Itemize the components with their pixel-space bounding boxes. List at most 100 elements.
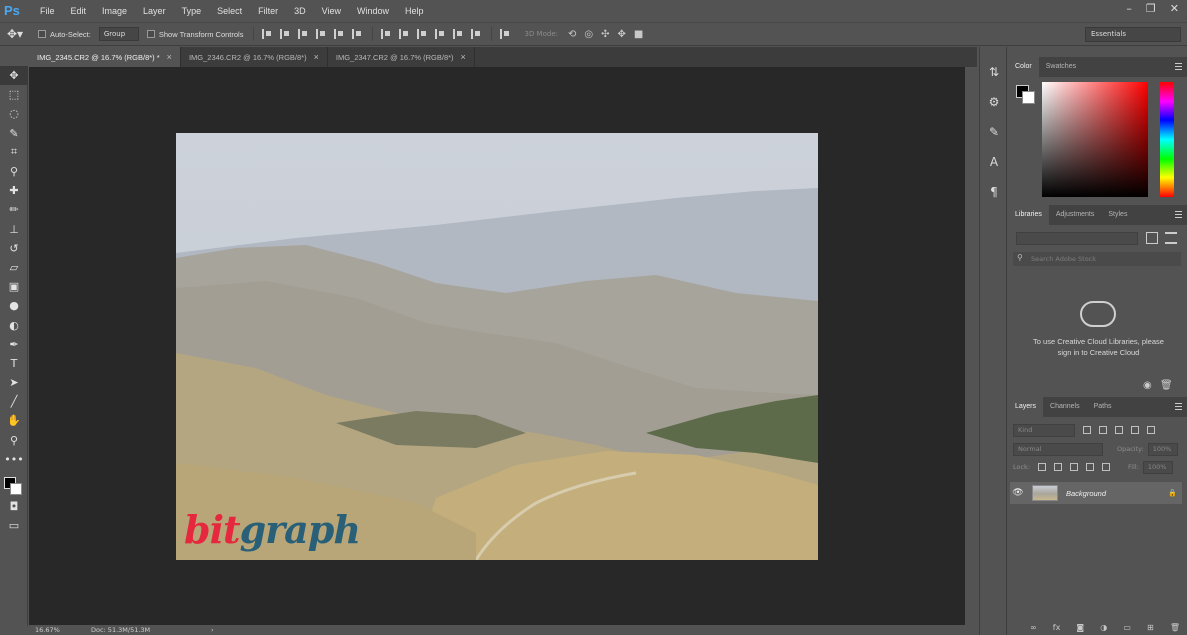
properties-panel-icon[interactable]: ⚙	[980, 87, 1008, 117]
smart-object-filter-icon[interactable]	[1147, 426, 1155, 434]
distribute-bottom-icon[interactable]	[417, 29, 427, 39]
history-panel-icon[interactable]: ⇅	[980, 57, 1008, 87]
zoom-level[interactable]: 16.67%	[35, 626, 91, 634]
new-group-icon[interactable]: ▭	[1123, 623, 1131, 632]
3d-drag-icon[interactable]: ✣	[601, 29, 609, 40]
tab-styles[interactable]: Styles	[1101, 205, 1134, 225]
align-left-icon[interactable]	[316, 29, 326, 39]
show-transform-checkbox[interactable]: Show Transform Controls	[146, 30, 243, 39]
menu-layer[interactable]: Layer	[135, 0, 174, 22]
panel-menu-icon[interactable]	[1175, 63, 1182, 70]
status-menu-arrow[interactable]: ›	[211, 626, 214, 634]
lock-artboard-icon[interactable]	[1086, 463, 1095, 471]
history-brush-tool-icon[interactable]: ↺	[0, 239, 28, 258]
path-select-tool-icon[interactable]: ➤	[0, 373, 28, 392]
zoom-tool-icon[interactable]: ⚲	[0, 431, 28, 450]
move-tool-preset-icon[interactable]: ✥▾	[0, 27, 30, 41]
tab-layers[interactable]: Layers	[1008, 397, 1044, 417]
menu-select[interactable]: Select	[209, 0, 250, 22]
menu-file[interactable]: File	[32, 0, 63, 22]
document-tab[interactable]: IMG_2345.CR2 @ 16.7% (RGB/8*) * ×	[29, 47, 181, 67]
opacity-field[interactable]: 100%	[1147, 442, 1178, 456]
layer-row[interactable]: 👁 Background 🔒	[1010, 482, 1182, 504]
paragraph-panel-icon[interactable]: ¶	[980, 177, 1008, 207]
document-image[interactable]: bitgraph	[176, 133, 818, 560]
align-right-icon[interactable]	[352, 29, 362, 39]
brush-tool-icon[interactable]: ✏	[0, 200, 28, 219]
auto-select-dropdown[interactable]: Group	[98, 27, 139, 41]
layer-name[interactable]: Background	[1066, 489, 1168, 498]
menu-filter[interactable]: Filter	[250, 0, 286, 22]
hand-tool-icon[interactable]: ✋	[0, 411, 28, 430]
align-vcenter-icon[interactable]	[280, 29, 290, 39]
align-bottom-icon[interactable]	[298, 29, 308, 39]
clone-stamp-tool-icon[interactable]: ⊥	[0, 220, 28, 239]
checkbox-box[interactable]	[146, 30, 155, 38]
tab-libraries[interactable]: Libraries	[1008, 205, 1049, 225]
workspace-dropdown[interactable]: Essentials	[1085, 27, 1181, 42]
gradient-tool-icon[interactable]: ▣	[0, 277, 28, 296]
quick-mask-icon[interactable]: ◘	[0, 497, 28, 516]
document-tab[interactable]: IMG_2346.CR2 @ 16.7% (RGB/8*) ×	[181, 47, 328, 67]
line-tool-icon[interactable]: ╱	[0, 392, 28, 411]
vertical-scrollbar[interactable]	[965, 67, 977, 625]
panel-menu-icon[interactable]	[1175, 403, 1182, 410]
auto-align-icon[interactable]	[500, 29, 510, 39]
menu-type[interactable]: Type	[174, 0, 210, 22]
lasso-tool-icon[interactable]: ◌	[0, 104, 28, 123]
visibility-eye-icon[interactable]: 👁	[1010, 488, 1026, 498]
add-mask-icon[interactable]: ◙	[1076, 623, 1084, 632]
close-icon[interactable]: ×	[167, 52, 172, 62]
pen-tool-icon[interactable]: ✒	[0, 335, 28, 354]
link-layers-icon[interactable]: ∞	[1030, 623, 1037, 632]
delete-layer-icon[interactable]: 🗑	[1170, 623, 1180, 632]
adjustment-filter-icon[interactable]	[1099, 426, 1107, 434]
close-icon[interactable]: ✕	[1170, 2, 1179, 15]
more-tools-icon[interactable]: •••	[0, 450, 28, 469]
brush-settings-icon[interactable]: ✎	[980, 117, 1008, 147]
document-tab[interactable]: IMG_2347.CR2 @ 16.7% (RGB/8*) ×	[328, 47, 475, 67]
auto-select-checkbox[interactable]: Auto-Select:	[38, 30, 91, 39]
quick-select-tool-icon[interactable]: ✎	[0, 124, 28, 143]
screen-mode-icon[interactable]: ▭	[0, 516, 28, 535]
distribute-hcenter-icon[interactable]	[453, 29, 463, 39]
lock-all-icon[interactable]	[1102, 463, 1111, 471]
background-color-swatch[interactable]	[10, 482, 22, 495]
pixel-filter-icon[interactable]	[1083, 426, 1091, 434]
delete-icon[interactable]: 🗑	[1160, 380, 1173, 391]
fill-field[interactable]: 100%	[1142, 460, 1173, 474]
background-color-swatch[interactable]	[1022, 91, 1035, 104]
distribute-right-icon[interactable]	[471, 29, 481, 39]
minimize-icon[interactable]: –	[1126, 2, 1132, 15]
restore-icon[interactable]: ❐	[1146, 2, 1156, 15]
tab-swatches[interactable]: Swatches	[1039, 57, 1083, 77]
layer-style-icon[interactable]: fx	[1053, 623, 1061, 632]
checkbox-box[interactable]	[38, 30, 46, 38]
panel-menu-icon[interactable]	[1175, 211, 1182, 218]
healing-brush-tool-icon[interactable]: ✚	[0, 181, 28, 200]
distribute-left-icon[interactable]	[435, 29, 445, 39]
lock-position-icon[interactable]	[1070, 463, 1079, 471]
3d-rotate-icon[interactable]: ⟲	[568, 29, 576, 40]
menu-edit[interactable]: Edit	[63, 0, 95, 22]
type-filter-icon[interactable]	[1115, 426, 1123, 434]
library-search-field[interactable]: ⚲ Search Adobe Stock	[1013, 252, 1181, 266]
close-icon[interactable]: ×	[461, 52, 466, 62]
distribute-top-icon[interactable]	[381, 29, 391, 39]
3d-roll-icon[interactable]: ◎	[584, 29, 593, 40]
library-dropdown[interactable]	[1016, 232, 1138, 245]
list-view-icon[interactable]	[1165, 232, 1177, 244]
move-tool-icon[interactable]: ✥	[0, 66, 28, 86]
menu-image[interactable]: Image	[94, 0, 135, 22]
eyedropper-tool-icon[interactable]: ⚲	[0, 162, 28, 181]
tab-color[interactable]: Color	[1008, 57, 1039, 77]
3d-slide-icon[interactable]: ✥	[618, 29, 626, 40]
tab-channels[interactable]: Channels	[1043, 397, 1087, 417]
menu-3d[interactable]: 3D	[286, 0, 314, 22]
tab-adjustments[interactable]: Adjustments	[1049, 205, 1102, 225]
3d-camera-icon[interactable]: ■	[634, 29, 643, 40]
align-hcenter-icon[interactable]	[334, 29, 344, 39]
close-icon[interactable]: ×	[314, 52, 319, 62]
menu-window[interactable]: Window	[349, 0, 397, 22]
eraser-tool-icon[interactable]: ▱	[0, 258, 28, 277]
